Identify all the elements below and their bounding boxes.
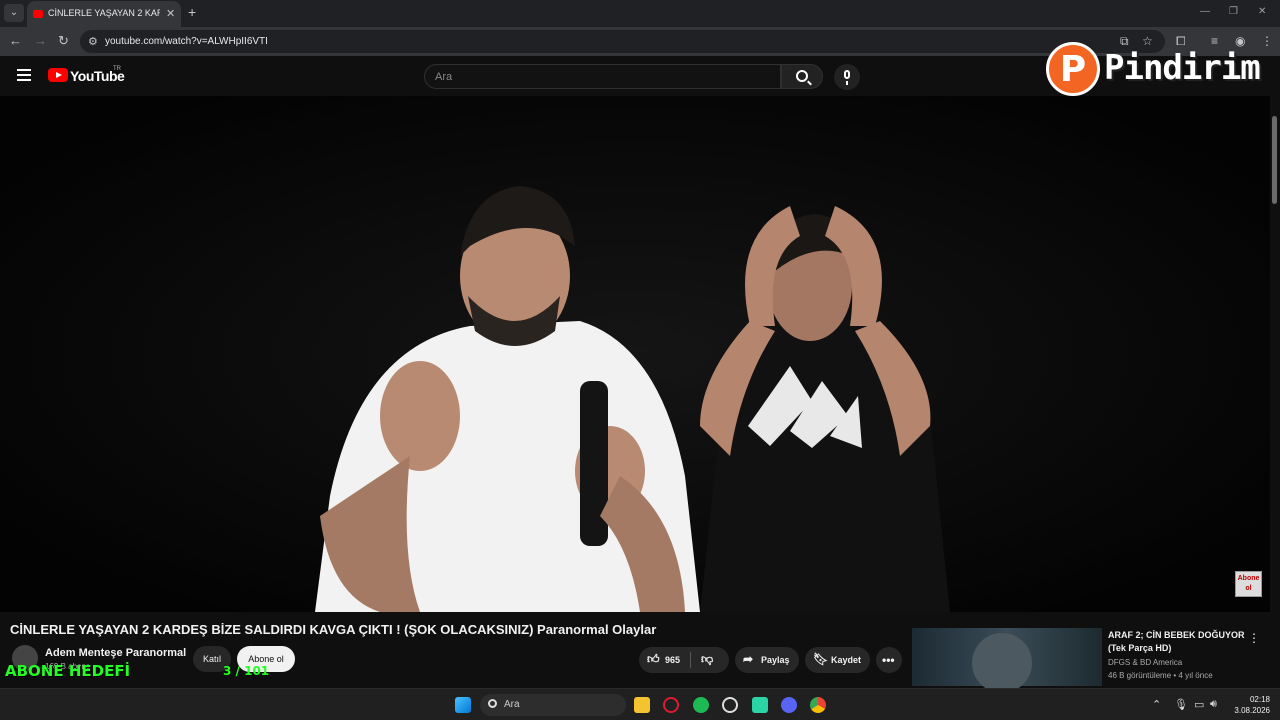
tray-overflow-icon[interactable]: ⌃ <box>1152 698 1161 711</box>
spotify-icon[interactable] <box>693 697 709 713</box>
abone-ol-overlay-badge[interactable]: Abone ol <box>1235 571 1262 597</box>
microphone-icon <box>844 70 850 79</box>
subscriber-goal-label: ABONE HEDEFİ <box>5 662 131 680</box>
steam-icon[interactable] <box>722 697 738 713</box>
channel-name[interactable]: Adem Menteşe Paranormal <box>45 647 186 659</box>
share-label: Paylaş <box>761 655 790 665</box>
minimize-button[interactable]: — <box>1200 6 1210 17</box>
subscriber-goal-count: 3 / 101 <box>223 664 270 678</box>
recommended-meta: 46 B görüntüleme • 4 yıl önce <box>1108 671 1213 680</box>
microphone-tray-icon[interactable]: 🎙︎ <box>1174 698 1188 711</box>
taskbar-search[interactable]: Ara <box>480 694 626 716</box>
voice-search-button[interactable] <box>834 64 860 90</box>
share-icon: ➦ <box>743 652 754 666</box>
youtube-favicon-icon <box>33 10 43 18</box>
address-bar[interactable]: ⚙ youtube.com/watch?v=ALWHpII6VTI <box>80 30 1165 53</box>
close-window-button[interactable]: ✕ <box>1258 6 1266 17</box>
clock-date: 3.08.2026 <box>1234 706 1270 715</box>
recommended-channel[interactable]: DFGS & BD America <box>1108 658 1182 667</box>
more-icon: ••• <box>882 653 895 667</box>
discord-icon[interactable] <box>781 697 797 713</box>
browser-tab-bar: ⌄ CİNLERLE YAŞAYAN 2 KARDEŞ ✕ + — ❐ ✕ <box>0 0 1280 27</box>
clock-time: 02:18 <box>1249 695 1270 704</box>
browser-tab[interactable]: CİNLERLE YAŞAYAN 2 KARDEŞ ✕ <box>27 1 181 27</box>
profile-icon[interactable]: ◉ <box>1235 34 1245 48</box>
recommended-title[interactable]: ARAF 2; CİN BEBEK DOĞUYOR (Tek Parça HD) <box>1108 629 1248 655</box>
file-explorer-icon[interactable] <box>634 697 650 713</box>
windows-start-icon[interactable] <box>455 697 471 713</box>
page-scrollbar[interactable] <box>1270 96 1280 686</box>
bookmark-star-icon[interactable]: ☆ <box>1142 34 1153 48</box>
search-button[interactable] <box>781 64 823 89</box>
pindirim-logo-icon: P <box>1046 42 1100 96</box>
save-label: Kaydet <box>831 655 862 665</box>
tab-title: CİNLERLE YAŞAYAN 2 KARDEŞ <box>48 8 160 18</box>
video-frame <box>0 96 1270 612</box>
pindirim-logo-letter: P <box>1059 49 1087 90</box>
forward-button[interactable]: → <box>34 33 47 48</box>
scrollbar-thumb[interactable] <box>1272 116 1277 204</box>
pindirim-watermark-text: Pindirim <box>1104 48 1261 88</box>
video-player[interactable] <box>0 96 1270 612</box>
dislike-icon[interactable]: 👎︎ <box>701 652 713 667</box>
more-actions-button[interactable]: ••• <box>876 647 902 673</box>
like-dislike-group: 👍︎ 965 👎︎ <box>639 647 729 673</box>
search-placeholder: Ara <box>435 71 453 83</box>
save-button[interactable]: 🔖︎ Kaydet <box>805 647 870 673</box>
windows-taskbar: Ara ⌃ 🎙︎ ▭ 🔊︎ 02:18 3.08.2026 <box>0 688 1280 720</box>
media-controls-icon[interactable]: ≡ <box>1211 34 1218 48</box>
taskbar-search-icon <box>488 699 497 708</box>
recommended-more-icon[interactable]: ⋮ <box>1248 631 1260 645</box>
tab-search-button[interactable]: ⌄ <box>4 4 24 22</box>
site-info-icon[interactable]: ⚙ <box>88 35 98 48</box>
chrome-icon[interactable] <box>810 697 826 713</box>
recommended-thumbnail[interactable] <box>912 628 1102 693</box>
reload-button[interactable]: ↻ <box>58 33 69 49</box>
share-button[interactable]: ➦ Paylaş <box>735 647 799 673</box>
close-tab-icon[interactable]: ✕ <box>166 7 175 20</box>
hamburger-menu-icon[interactable] <box>17 69 31 81</box>
taskbar-search-placeholder: Ara <box>504 699 520 710</box>
search-icon <box>796 70 808 82</box>
extensions-icon[interactable]: ⧠ <box>1176 34 1186 49</box>
new-tab-button[interactable]: + <box>188 4 196 20</box>
like-icon[interactable]: 👍︎ <box>647 652 660 667</box>
youtube-logo-icon[interactable] <box>48 68 68 82</box>
system-clock[interactable]: 02:18 3.08.2026 <box>1226 694 1270 716</box>
chat-app-icon[interactable] <box>752 697 768 713</box>
opera-icon[interactable] <box>663 697 679 713</box>
volume-icon[interactable]: 🔊︎ <box>1210 698 1217 711</box>
address-text: youtube.com/watch?v=ALWHpII6VTI <box>105 36 268 47</box>
back-button[interactable]: ← <box>9 33 22 48</box>
video-title: CİNLERLE YAŞAYAN 2 KARDEŞ BİZE SALDIRDI … <box>10 622 657 637</box>
search-input[interactable]: Ara <box>424 64 781 89</box>
browser-menu-icon[interactable]: ⋮ <box>1261 34 1273 48</box>
like-count[interactable]: 965 <box>665 655 680 665</box>
bookmark-icon: 🔖︎ <box>813 652 829 666</box>
restore-button[interactable]: ❐ <box>1229 6 1238 17</box>
install-app-icon[interactable]: ⧉ <box>1120 34 1129 49</box>
region-code: TR <box>113 66 121 72</box>
network-icon[interactable]: ▭ <box>1194 698 1204 711</box>
